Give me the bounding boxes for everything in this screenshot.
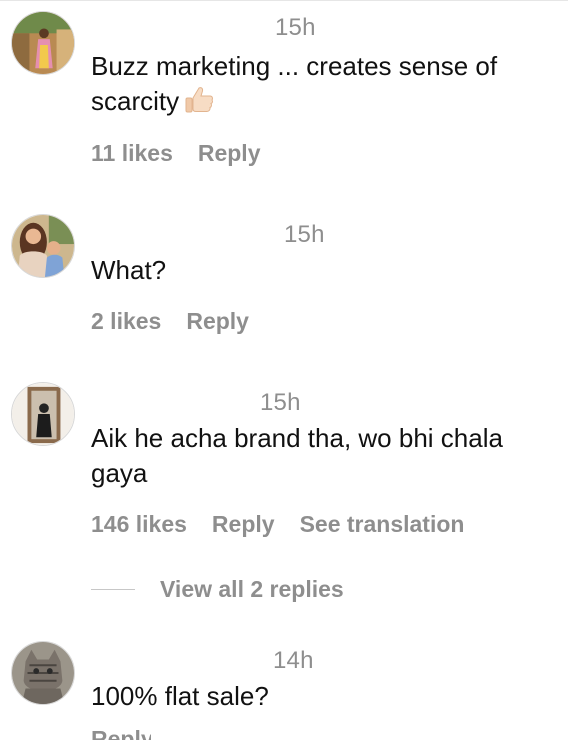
thumbs-up-icon xyxy=(185,87,214,113)
avatar-photo-icon xyxy=(12,383,74,445)
avatar[interactable] xyxy=(11,214,75,278)
comment-text-content: Buzz marketing ... creates sense of scar… xyxy=(91,51,498,116)
comment-text: Buzz marketing ... creates sense of scar… xyxy=(91,49,556,119)
avatar[interactable] xyxy=(11,382,75,446)
comment-text: Aik he acha brand tha, wo bhi chala gaya xyxy=(91,423,503,488)
comment-actions-cutoff: Reply xyxy=(91,728,151,740)
avatar-photo-icon xyxy=(12,642,74,704)
view-replies-button[interactable]: View all 2 replies xyxy=(160,576,344,603)
top-divider xyxy=(0,0,568,1)
see-translation-button[interactable]: See translation xyxy=(300,511,465,538)
reply-button[interactable]: Reply xyxy=(91,728,151,740)
avatar-photo-icon xyxy=(12,215,74,277)
comment-actions: 146 likes Reply See translation xyxy=(91,511,464,538)
reply-button[interactable]: Reply xyxy=(186,308,249,335)
comment-text: 100% flat sale? xyxy=(91,681,269,711)
comment-time: 15h xyxy=(275,14,316,41)
comment-actions: 11 likes Reply xyxy=(91,140,261,167)
avatar[interactable] xyxy=(11,641,75,705)
avatar[interactable] xyxy=(11,11,75,75)
comment-text: What? xyxy=(91,255,167,285)
comment-time: 14h xyxy=(273,647,314,674)
comment-actions: 2 likes Reply xyxy=(91,308,249,335)
likes-count[interactable]: 146 likes xyxy=(91,511,187,538)
comment-time: 15h xyxy=(284,221,325,248)
replies-divider xyxy=(91,589,135,590)
likes-count[interactable]: 2 likes xyxy=(91,308,161,335)
comment-time: 15h xyxy=(260,389,301,416)
reply-button[interactable]: Reply xyxy=(198,140,261,167)
reply-button[interactable]: Reply xyxy=(212,511,275,538)
view-replies-row: View all 2 replies xyxy=(91,576,344,603)
avatar-photo-icon xyxy=(12,12,74,74)
likes-count[interactable]: 11 likes xyxy=(91,140,173,167)
